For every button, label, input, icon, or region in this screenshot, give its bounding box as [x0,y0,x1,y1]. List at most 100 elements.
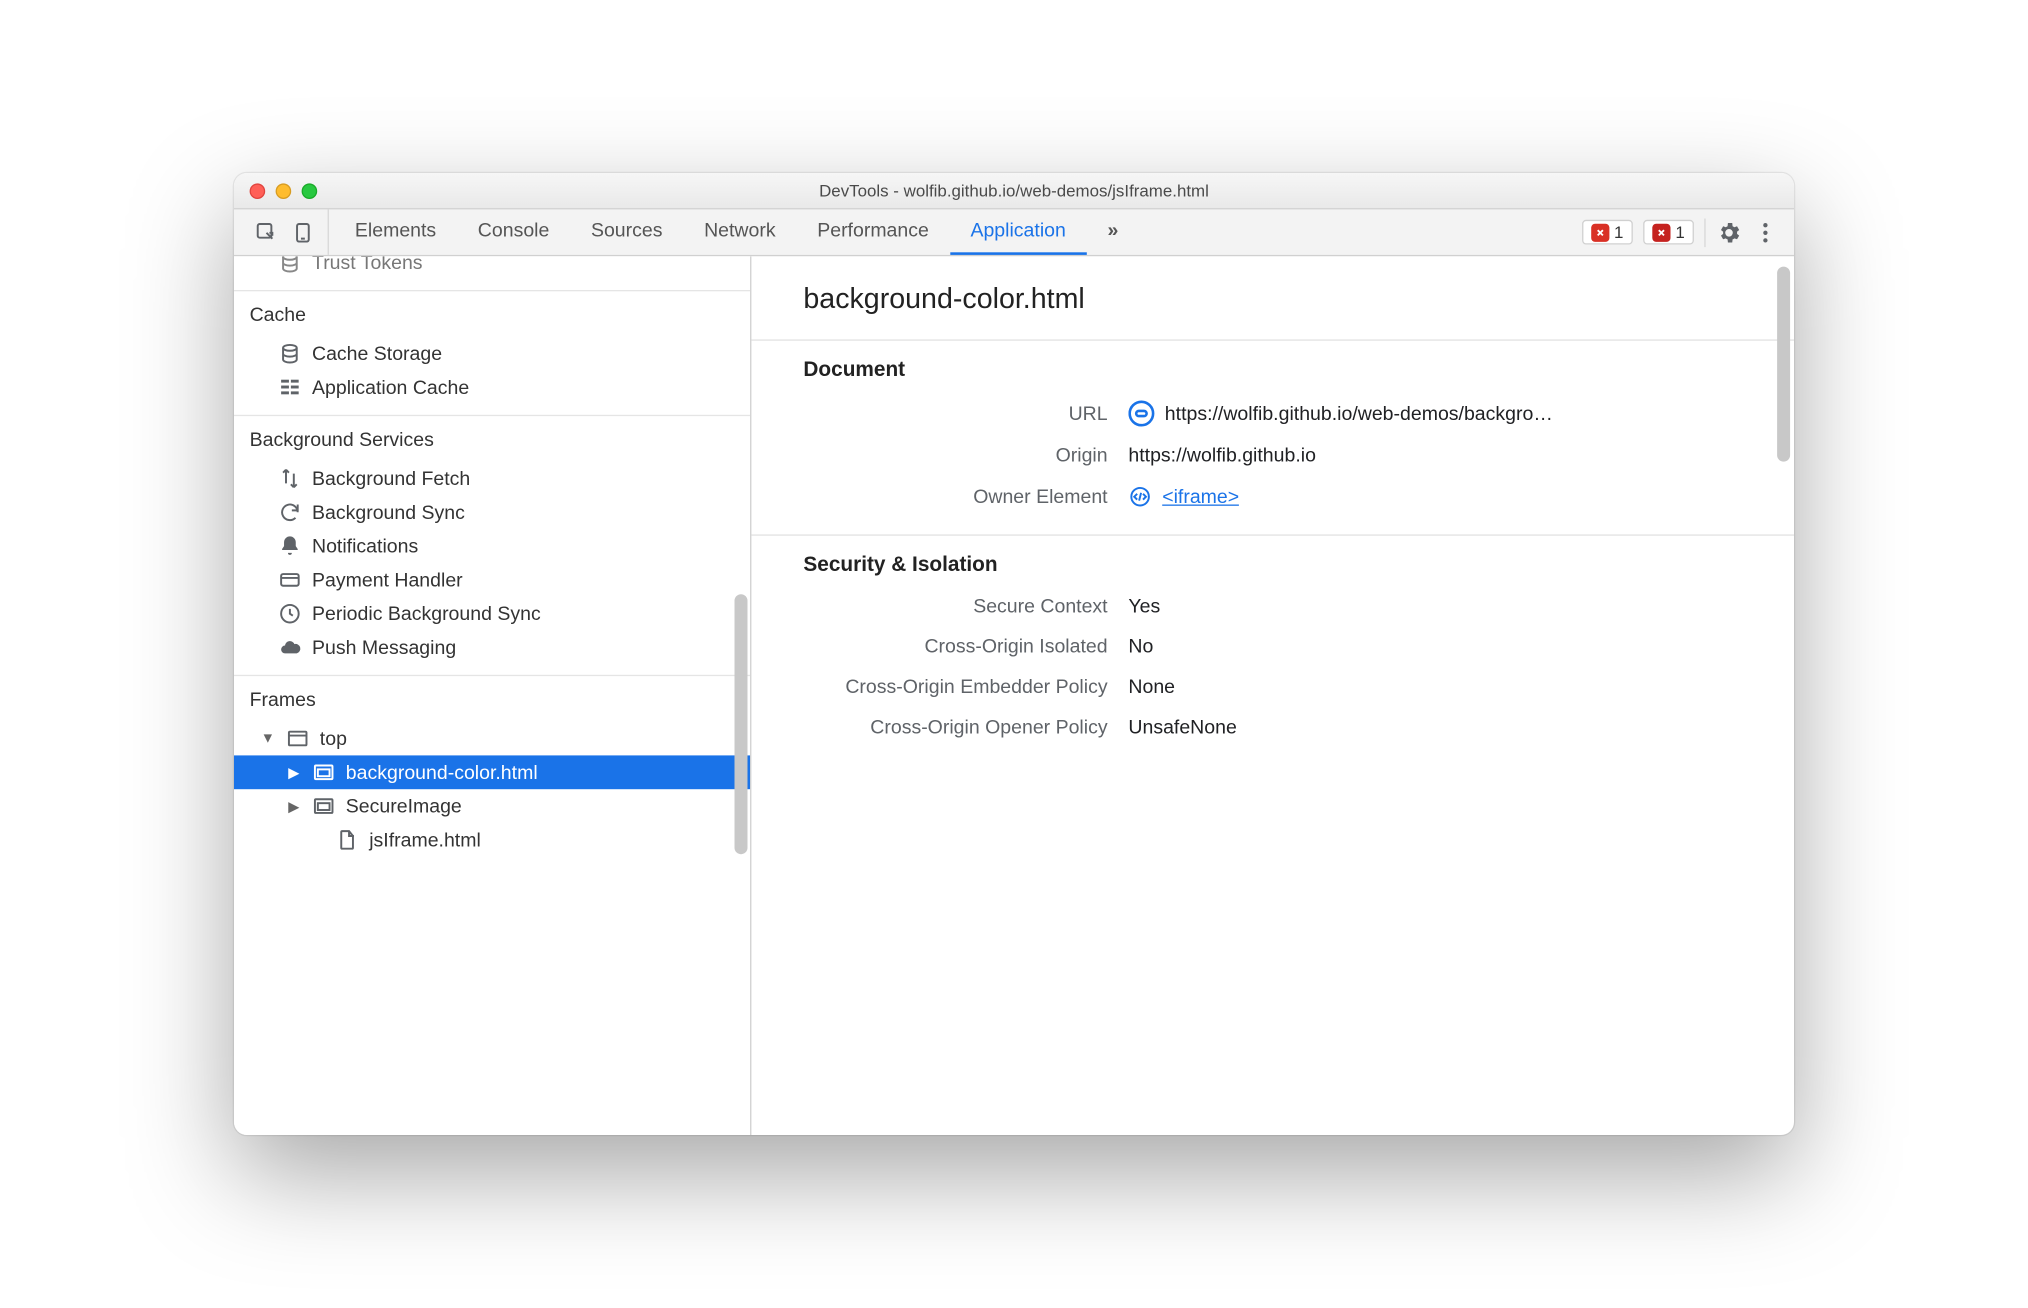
main-toolbar: Elements Console Sources Network Perform… [234,209,1794,256]
file-icon [335,828,358,851]
frame-icon [312,794,335,817]
tab-application[interactable]: Application [950,209,1087,255]
tab-elements[interactable]: Elements [334,209,457,255]
section-document: Document URL https://wolfib.github.io/we… [751,341,1794,536]
row-origin: Origin https://wolfib.github.io [803,445,1742,467]
device-toggle-icon[interactable] [291,220,314,243]
main-scrollbar[interactable] [1777,267,1790,462]
frame-file-jsiframe[interactable]: jsIframe.html [234,823,750,857]
issue-badge[interactable]: 1 [1643,220,1694,245]
row-key: Cross-Origin Embedder Policy [803,676,1128,698]
tab-performance[interactable]: Performance [796,209,949,255]
sidebar-item-label: Background Fetch [312,467,470,489]
panel-body: Trust Tokens Cache Cache Storage [234,256,1794,1135]
sidebar-item-periodic-background-sync[interactable]: Periodic Background Sync [234,597,750,631]
sidebar-item-cache-storage[interactable]: Cache Storage [234,337,750,371]
error-count: 1 [1614,222,1623,242]
sidebar-item-label: Application Cache [312,376,469,398]
sidebar-scrollbar[interactable] [735,594,748,854]
sidebar-item-push-messaging[interactable]: Push Messaging [234,631,750,665]
code-icon [1128,485,1151,508]
sync-icon [278,501,301,524]
row-coop: Cross-Origin Opener Policy UnsafeNone [803,716,1742,738]
row-key: URL [803,402,1128,424]
sidebar-item-label: Background Sync [312,501,465,523]
row-value: https://wolfib.github.io [1128,445,1316,467]
cloud-icon [278,636,301,659]
error-icon [1591,223,1609,241]
tab-console[interactable]: Console [457,209,570,255]
bell-icon [278,534,301,557]
reveal-icon[interactable] [1128,401,1154,427]
tab-sources[interactable]: Sources [570,209,683,255]
zoom-window-button[interactable] [302,183,318,199]
card-icon [278,568,301,591]
owner-element-link[interactable]: <iframe> [1162,486,1239,508]
section-heading-cache: Cache [234,290,750,334]
divider [1704,218,1705,247]
tab-network[interactable]: Network [683,209,796,255]
chevron-down-icon: ▼ [260,731,276,747]
row-value: No [1128,636,1153,658]
row-key: Owner Element [803,486,1128,508]
window-title: DevTools - wolfib.github.io/web-demos/js… [234,181,1794,201]
sidebar-item-label: Periodic Background Sync [312,603,541,625]
row-value: UnsafeNone [1128,716,1236,738]
row-value: https://wolfib.github.io/web-demos/backg… [1165,402,1553,424]
frame-icon [312,761,335,784]
frame-secureimage[interactable]: ▶ SecureImage [234,789,750,823]
sidebar-item-trust-tokens[interactable]: Trust Tokens [234,256,750,279]
updown-icon [278,467,301,490]
row-value: Yes [1128,596,1160,618]
error-badge[interactable]: 1 [1581,220,1632,245]
database-icon [278,342,301,365]
frame-label: top [320,727,347,749]
inspect-element-icon[interactable] [255,220,278,243]
panel-tabs: Elements Console Sources Network Perform… [334,209,1139,255]
section-heading-background-services: Background Services [234,415,750,459]
sidebar-item-label: Payment Handler [312,569,463,591]
sidebar-item-label: Trust Tokens [312,256,423,274]
row-url: URL https://wolfib.github.io/web-demos/b… [803,401,1742,427]
devtools-window: DevTools - wolfib.github.io/web-demos/js… [234,173,1794,1135]
sidebar-item-background-fetch[interactable]: Background Fetch [234,462,750,496]
section-security-isolation: Security & Isolation Secure Context Yes … [751,536,1794,765]
clock-icon [278,602,301,625]
grid-icon [278,376,301,399]
issue-icon [1652,223,1670,241]
row-cross-origin-isolated: Cross-Origin Isolated No [803,636,1742,658]
minimize-window-button[interactable] [276,183,292,199]
frame-details-panel: background-color.html Document URL https… [751,256,1794,1135]
chevron-right-icon: ▶ [286,764,302,781]
window-icon [286,727,309,750]
chevron-right-icon: ▶ [286,798,302,815]
frame-label: jsIframe.html [369,829,481,851]
database-icon [278,256,301,274]
row-secure-context: Secure Context Yes [803,596,1742,618]
settings-icon[interactable] [1716,219,1742,245]
sidebar-item-notifications[interactable]: Notifications [234,529,750,563]
page-title: background-color.html [751,256,1794,341]
issue-count: 1 [1675,222,1684,242]
row-coep: Cross-Origin Embedder Policy None [803,676,1742,698]
application-sidebar: Trust Tokens Cache Cache Storage [234,256,751,1135]
sidebar-item-application-cache[interactable]: Application Cache [234,371,750,405]
close-window-button[interactable] [250,183,266,199]
section-heading: Document [803,359,1742,382]
row-value: None [1128,676,1175,698]
row-owner-element: Owner Element <iframe> [803,485,1742,508]
more-options-icon[interactable] [1752,219,1778,245]
row-key: Cross-Origin Isolated [803,636,1128,658]
section-heading-frames: Frames [234,675,750,719]
frame-background-color[interactable]: ▶ background-color.html [234,755,750,789]
titlebar: DevTools - wolfib.github.io/web-demos/js… [234,173,1794,209]
sidebar-item-label: Push Messaging [312,636,456,658]
row-key: Secure Context [803,596,1128,618]
sidebar-item-payment-handler[interactable]: Payment Handler [234,563,750,597]
row-key: Origin [803,445,1128,467]
section-heading: Security & Isolation [803,554,1742,577]
row-key: Cross-Origin Opener Policy [803,716,1128,738]
frame-top[interactable]: ▼ top [234,722,750,756]
sidebar-item-background-sync[interactable]: Background Sync [234,495,750,529]
tab-overflow[interactable]: » [1087,209,1139,255]
